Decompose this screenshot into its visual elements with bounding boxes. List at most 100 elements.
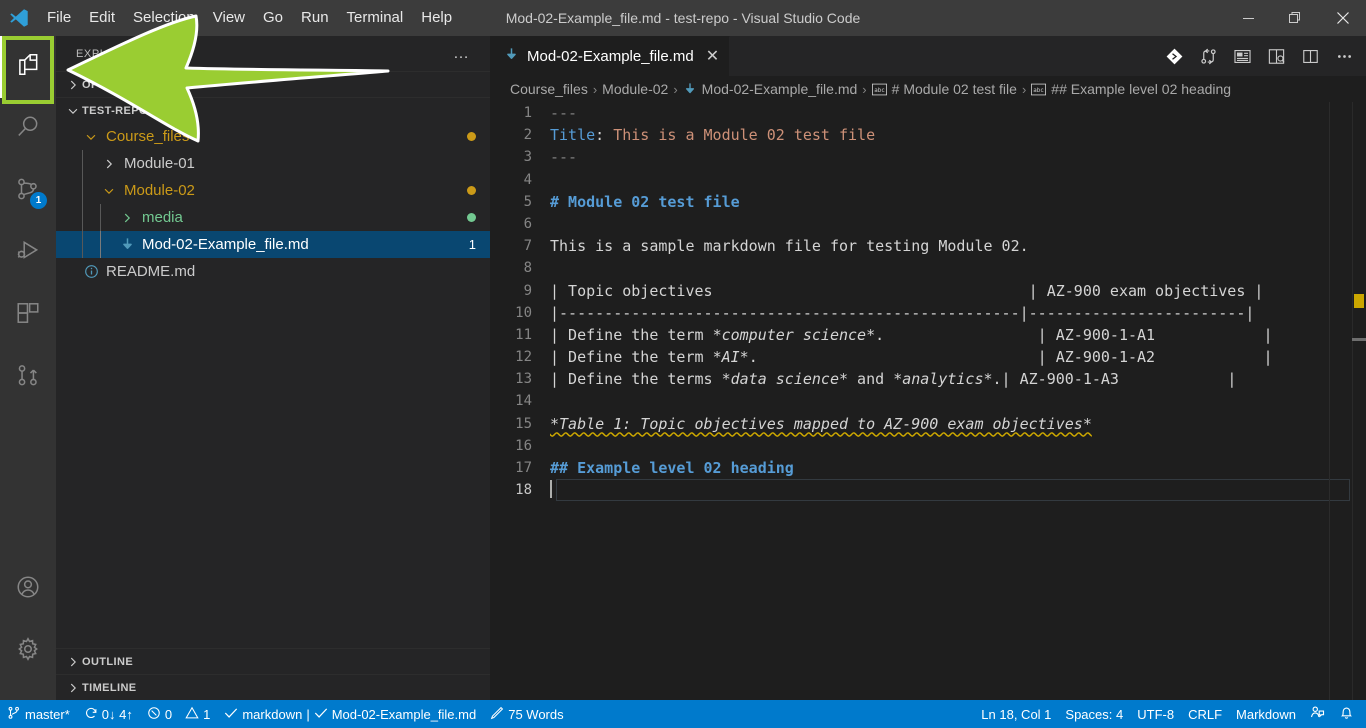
code-line[interactable]: 13 | Define the terms *data science* and …	[490, 368, 1366, 390]
menu-item-view[interactable]: View	[204, 0, 254, 36]
activity-bar-item-source-control[interactable]: 1	[0, 160, 56, 222]
activity-bar-item-accounts[interactable]	[0, 558, 56, 620]
line-content	[544, 435, 550, 457]
open-preview-icon[interactable]	[1228, 42, 1256, 70]
code-line[interactable]: 4	[490, 169, 1366, 191]
split-editor-icon[interactable]	[1296, 42, 1324, 70]
activity-bar-item-explorer[interactable]	[0, 36, 56, 98]
untracked-dot-indicator	[467, 213, 476, 222]
menu-item-go[interactable]: Go	[254, 0, 292, 36]
svg-text:abc: abc	[1034, 88, 1045, 94]
code-token: *analytics*	[893, 370, 993, 389]
chevron-right-icon	[118, 211, 136, 225]
code-line[interactable]: 9 | Topic objectives | AZ-900 exam object…	[490, 280, 1366, 302]
menu-item-terminal[interactable]: Terminal	[338, 0, 413, 36]
code-line[interactable]: 15 *Table 1: Topic objectives mapped to A…	[490, 413, 1366, 435]
breadcrumb-item-file[interactable]: Mod-02-Example_file.md	[683, 81, 858, 97]
overview-ruler[interactable]	[1352, 102, 1366, 700]
code-line[interactable]: 8	[490, 257, 1366, 279]
code-line[interactable]: 3 ---	[490, 146, 1366, 168]
code-line[interactable]: 16	[490, 435, 1366, 457]
status-spell-checker[interactable]: markdown | Mod-02-Example_file.md	[217, 700, 483, 728]
breadcrumb-item-module-02[interactable]: Module-02	[602, 81, 668, 97]
code-line[interactable]: 18	[490, 479, 1366, 502]
status-language-mode[interactable]: Markdown	[1229, 700, 1303, 728]
code-line[interactable]: 11 | Define the term *computer science*. …	[490, 324, 1366, 346]
overview-ruler-cursor-marker	[1352, 338, 1366, 341]
tree-item-course-files[interactable]: Course_files	[56, 123, 490, 150]
status-sync[interactable]: 0↓ 4↑	[77, 700, 140, 728]
sidebar-more-actions-icon[interactable]: …	[453, 45, 482, 63]
chevron-right-icon: ›	[1021, 81, 1027, 97]
code-token: :	[595, 126, 614, 145]
editor-tab-mod-02-example-file[interactable]: Mod-02-Example_file.md ✕	[490, 36, 731, 76]
git-lens-icon[interactable]	[1160, 42, 1188, 70]
line-number: 1	[523, 105, 532, 121]
menu-item-run[interactable]: Run	[292, 0, 338, 36]
status-live-share[interactable]	[1303, 700, 1332, 728]
code-line[interactable]: 2 Title: This is a Module 02 test file	[490, 124, 1366, 146]
status-problems[interactable]: 0 1	[140, 700, 217, 728]
code-editor[interactable]: 1 --- 2 Title: This is a Module 02 test fil…	[490, 102, 1366, 700]
status-cursor-position[interactable]: Ln 18, Col 1	[974, 700, 1058, 728]
activity-bar-item-run-and-debug[interactable]	[0, 222, 56, 284]
tree-item-module-02[interactable]: Module-02	[56, 177, 490, 204]
tree-item-readme[interactable]: README.md	[56, 258, 490, 285]
tree-item-mod-02-example-file[interactable]: Mod-02-Example_file.md 1	[56, 231, 490, 258]
more-actions-icon[interactable]	[1330, 42, 1358, 70]
line-content: | Define the term *AI*. | AZ-900-1-A2 |	[544, 346, 1272, 368]
word-count: 75 Words	[508, 706, 564, 722]
menu-item-edit[interactable]: Edit	[80, 0, 124, 36]
line-number: 3	[523, 149, 532, 166]
menu-bar[interactable]: File Edit Selection View Go Run Terminal…	[38, 0, 461, 36]
close-button[interactable]	[1319, 0, 1366, 36]
breadcrumb-item-symbol-h2[interactable]: abc ## Example level 02 heading	[1031, 81, 1231, 97]
line-number: 12	[515, 349, 532, 366]
minimize-button[interactable]	[1225, 0, 1272, 36]
status-word-count[interactable]: 75 Words	[483, 700, 570, 728]
breadcrumb-label: Mod-02-Example_file.md	[701, 81, 858, 97]
tree-item-media[interactable]: media	[56, 204, 490, 231]
code-line[interactable]: 6	[490, 213, 1366, 235]
code-line[interactable]: 17 ## Example level 02 heading	[490, 457, 1366, 479]
tree-item-module-01[interactable]: Module-01	[56, 150, 490, 177]
section-outline[interactable]: OUTLINE	[56, 648, 490, 674]
open-preview-to-side-icon[interactable]	[1262, 42, 1290, 70]
section-workspace[interactable]: TEST-REPO	[56, 97, 490, 123]
menu-item-help[interactable]: Help	[412, 0, 461, 36]
line-content	[544, 213, 550, 235]
section-timeline[interactable]: TIMELINE	[56, 674, 490, 700]
line-content: |---------------------------------------…	[544, 302, 1254, 324]
line-content	[544, 390, 550, 412]
window-controls[interactable]	[1225, 0, 1366, 36]
status-bar-right: Ln 18, Col 1 Spaces: 4 UTF-8 CRLF Markdo…	[974, 700, 1366, 728]
activity-bar-item-search[interactable]	[0, 98, 56, 160]
maximize-button[interactable]	[1272, 0, 1319, 36]
status-indentation[interactable]: Spaces: 4	[1058, 700, 1130, 728]
section-open-editors[interactable]: OPEN EDITORS	[56, 71, 490, 97]
extensions-icon	[15, 300, 41, 331]
status-branch[interactable]: master*	[0, 700, 77, 728]
close-icon[interactable]: ✕	[706, 48, 719, 65]
breadcrumb-item-symbol-h1[interactable]: abc # Module 02 test file	[871, 81, 1017, 97]
line-number: 6	[523, 215, 532, 232]
status-notifications[interactable]	[1332, 700, 1366, 728]
menu-item-selection[interactable]: Selection	[124, 0, 204, 36]
status-encoding[interactable]: UTF-8	[1130, 700, 1181, 728]
code-line[interactable]: 12 | Define the term *AI*. | AZ-900-1-A2 …	[490, 346, 1366, 368]
status-eol[interactable]: CRLF	[1181, 700, 1229, 728]
code-line[interactable]: 14	[490, 390, 1366, 412]
search-icon	[15, 114, 41, 145]
code-line[interactable]: 7 This is a sample markdown file for test…	[490, 235, 1366, 257]
activity-bar-item-pull-requests[interactable]	[0, 346, 56, 408]
activity-bar-item-settings[interactable]	[0, 620, 56, 682]
sync-icon	[84, 706, 98, 723]
code-line[interactable]: 1 ---	[490, 102, 1366, 124]
menu-item-file[interactable]: File	[38, 0, 80, 36]
activity-bar-item-extensions[interactable]	[0, 284, 56, 346]
branch-name: master*	[25, 706, 70, 722]
breadcrumb-item-course-files[interactable]: Course_files	[510, 81, 588, 97]
git-compare-icon[interactable]	[1194, 42, 1222, 70]
code-line[interactable]: 10 |-------------------------------------…	[490, 302, 1366, 324]
code-line[interactable]: 5 # Module 02 test file	[490, 191, 1366, 213]
